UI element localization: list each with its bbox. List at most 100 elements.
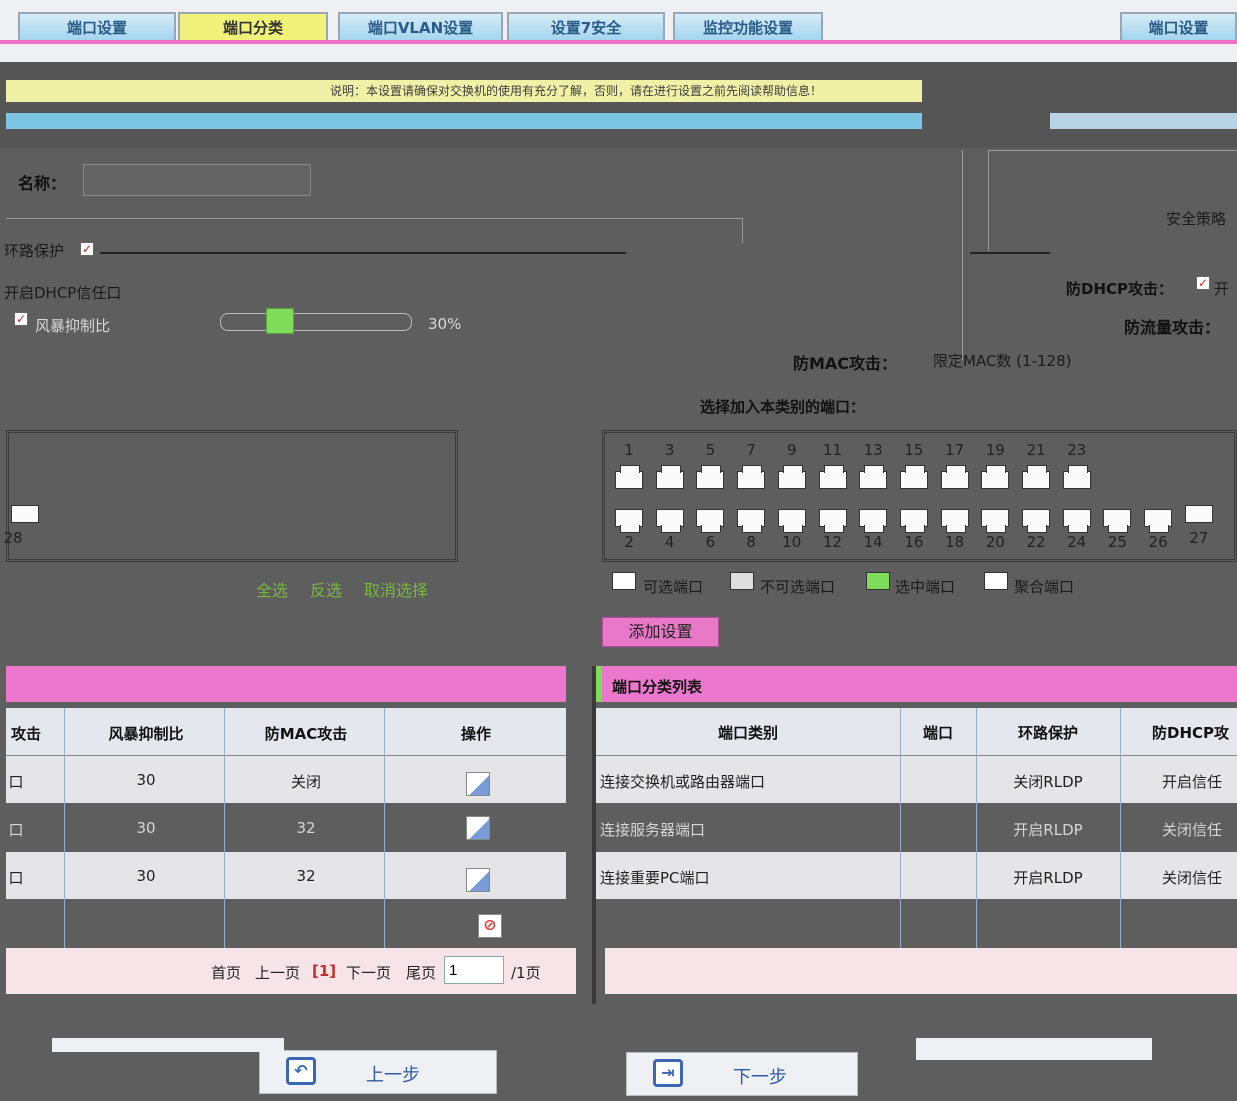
hint-strip-right	[1050, 113, 1237, 129]
add-setting-button[interactable]: 添加设置	[602, 617, 719, 647]
row-cell: 口	[8, 869, 24, 887]
port-28[interactable]	[11, 505, 39, 523]
storm-slider-handle[interactable]	[266, 308, 294, 334]
left-table-header-bar	[6, 666, 566, 702]
hint-banner	[0, 62, 1237, 148]
page-number-input[interactable]	[444, 956, 504, 984]
table-row: 口 30 32	[6, 804, 566, 851]
port-2[interactable]	[615, 509, 643, 533]
port-13[interactable]	[859, 465, 888, 489]
port-24[interactable]	[1062, 509, 1091, 533]
port-14[interactable]	[859, 509, 888, 533]
last-page-link[interactable]: 尾页	[406, 962, 436, 983]
port-10[interactable]	[777, 509, 806, 533]
tab-monitor[interactable]: 监控功能设置	[673, 12, 823, 42]
port-21[interactable]	[1022, 465, 1050, 489]
left-col-anti-mac: 防MAC攻击	[264, 725, 348, 743]
tab-security[interactable]: 设置7安全	[507, 12, 665, 42]
right-col-loop: 环路保护	[1017, 724, 1078, 742]
name-field[interactable]	[83, 164, 311, 196]
legend-unavailable: 不可选端口	[760, 578, 836, 596]
table-row: 连接交换机或路由器端口 关闭RLDP 开启信任	[596, 756, 1237, 803]
port-number-16: 16	[904, 533, 924, 551]
policy-rule	[970, 252, 1050, 254]
port-3[interactable]	[655, 465, 684, 489]
table-row	[596, 900, 1237, 946]
row-cell: 关闭信任	[1162, 869, 1223, 887]
right-pagination-bar	[605, 948, 1237, 994]
port-number-4: 4	[664, 533, 675, 551]
pagination: 首页 上一页 [1] 下一页 尾页 /1页	[6, 948, 576, 994]
port-16[interactable]	[899, 509, 928, 533]
port-25[interactable]	[1103, 509, 1132, 533]
row-cell: 30	[136, 867, 156, 885]
port-18[interactable]	[940, 509, 969, 533]
prev-step-button[interactable]: ↶ 上一步	[259, 1050, 497, 1094]
storm-slider-track[interactable]	[220, 313, 412, 331]
row-cell: 连接交换机或路由器端口	[600, 773, 766, 791]
port-17[interactable]	[940, 465, 969, 489]
security-policy-box	[988, 150, 1237, 251]
port-4[interactable]	[655, 509, 684, 533]
port-20[interactable]	[981, 509, 1010, 533]
port-7[interactable]	[737, 465, 766, 489]
loop-checkbox[interactable]: ✓	[80, 242, 94, 256]
loop-divider	[100, 252, 626, 254]
row-cell: 关闭	[290, 773, 321, 791]
right-table-title: 端口分类列表	[612, 678, 703, 696]
port-number-3: 3	[664, 441, 675, 459]
right-col-port: 端口	[922, 724, 953, 742]
delete-icon[interactable]: ⊘	[478, 914, 502, 938]
col-divider	[900, 708, 901, 948]
port-6[interactable]	[696, 509, 725, 533]
invert-select-link[interactable]: 反选	[310, 577, 342, 601]
edit-icon[interactable]	[466, 868, 490, 892]
storm-checkbox[interactable]: ✓	[14, 312, 28, 326]
loop-label: 环路保护	[4, 242, 65, 260]
port-5[interactable]	[696, 465, 725, 489]
port-number-10: 10	[782, 533, 802, 551]
port-12[interactable]	[818, 509, 847, 533]
port-11[interactable]	[818, 465, 847, 489]
first-page-link[interactable]: 首页	[211, 962, 241, 983]
port-27[interactable]	[1184, 505, 1213, 523]
port-unavailable-icon	[730, 572, 754, 590]
tab-port-vlan[interactable]: 端口VLAN设置	[338, 12, 503, 42]
left-col-action: 操作	[460, 725, 491, 743]
cancel-select-link[interactable]: 取消选择	[364, 577, 428, 601]
port-22[interactable]	[1022, 509, 1050, 533]
anti-flood-label: 防流量攻击：	[1124, 318, 1221, 337]
port-number-19: 19	[985, 441, 1005, 459]
next-step-label: 下一步	[733, 1067, 787, 1088]
port-1[interactable]	[615, 465, 643, 489]
port-number-18: 18	[945, 533, 965, 551]
next-step-button[interactable]: ⇥ 下一步	[626, 1052, 858, 1096]
port-9[interactable]	[777, 465, 806, 489]
prev-page-link[interactable]: 上一页	[255, 962, 300, 983]
col-divider	[384, 708, 385, 948]
row-cell: 连接服务器端口	[600, 821, 706, 839]
tab-port-settings[interactable]: 端口设置	[18, 12, 176, 42]
anti-dhcp-checkbox[interactable]: ✓	[1196, 276, 1210, 290]
port-19[interactable]	[981, 465, 1010, 489]
next-page-link[interactable]: 下一页	[346, 962, 391, 983]
select-all-link[interactable]: 全选	[256, 577, 288, 601]
right-col-type: 端口类别	[717, 724, 778, 742]
edit-icon[interactable]	[466, 816, 490, 840]
row-cell: 开启RLDP	[1013, 821, 1083, 839]
port-23[interactable]	[1062, 465, 1091, 489]
legend-aggregate: 聚合端口	[1014, 578, 1075, 596]
port-15[interactable]	[899, 465, 928, 489]
row-cell: 关闭信任	[1162, 821, 1223, 839]
tab-port-settings-right[interactable]: 端口设置	[1120, 12, 1237, 42]
edit-icon[interactable]	[466, 772, 490, 796]
port-aggregate-icon	[984, 572, 1008, 590]
port-26[interactable]	[1144, 509, 1173, 533]
anti-dhcp-option: 开	[1214, 280, 1230, 298]
port-8[interactable]	[737, 509, 766, 533]
tab-port-classification[interactable]: 端口分类	[178, 12, 328, 42]
row-cell: 30	[136, 771, 156, 789]
tab-underline	[0, 40, 1237, 44]
table-row: 口 30 32	[6, 852, 566, 899]
left-table-column-headers: 攻击 风暴抑制比 防MAC攻击 操作	[6, 708, 566, 756]
